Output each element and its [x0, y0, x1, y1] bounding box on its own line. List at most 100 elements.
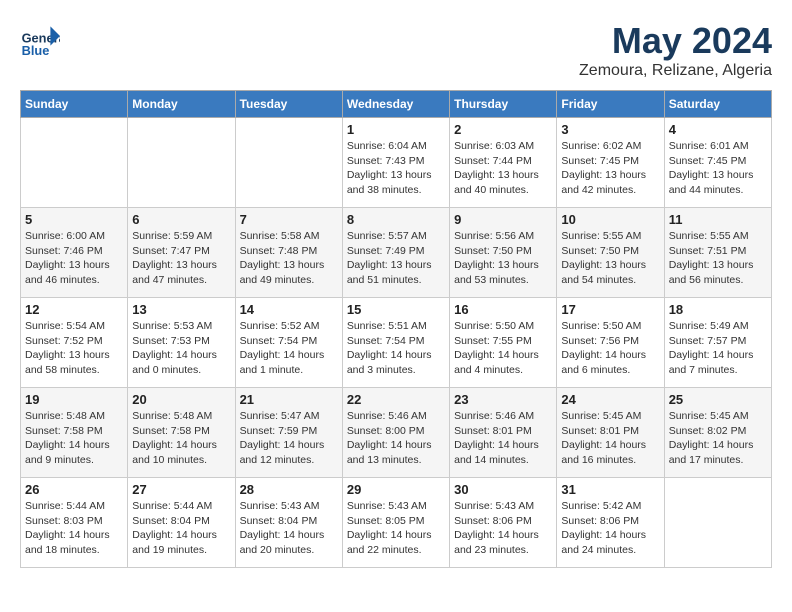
calendar-cell: 27 Sunrise: 5:44 AM Sunset: 8:04 PM Dayli…	[128, 478, 235, 568]
day-number: 6	[132, 212, 230, 227]
day-number: 17	[561, 302, 659, 317]
day-info: Sunrise: 5:51 AM Sunset: 7:54 PM Dayligh…	[347, 319, 445, 378]
calendar-week-2: 5Sunrise: 6:00 AM Sunset: 7:46 PM Daylig…	[21, 208, 772, 298]
day-info: Sunrise: 5:53 AM Sunset: 7:53 PM Dayligh…	[132, 319, 230, 378]
day-header-wednesday: Wednesday	[342, 91, 449, 118]
day-number: 20	[132, 392, 230, 407]
calendar-cell: 5Sunrise: 6:00 AM Sunset: 7:46 PM Daylig…	[21, 208, 128, 298]
calendar-cell: 21Sunrise: 5:47 AM Sunset: 7:59 PM Dayli…	[235, 388, 342, 478]
day-number: 16	[454, 302, 552, 317]
day-info: Sunrise: 5:55 AM Sunset: 7:50 PM Dayligh…	[561, 229, 659, 288]
day-info: Sunrise: 5:58 AM Sunset: 7:48 PM Dayligh…	[240, 229, 338, 288]
day-number: 30	[454, 482, 552, 497]
calendar-table: SundayMondayTuesdayWednesdayThursdayFrid…	[20, 90, 772, 568]
calendar-week-5: 26 Sunrise: 5:44 AM Sunset: 8:03 PM Dayli…	[21, 478, 772, 568]
logo-icon: General Blue	[20, 20, 60, 60]
calendar-cell: 31 Sunrise: 5:42 AM Sunset: 8:06 PM Dayli…	[557, 478, 664, 568]
day-info: Sunrise: 6:01 AM Sunset: 7:45 PM Dayligh…	[669, 139, 767, 198]
day-number: 19	[25, 392, 123, 407]
day-number: 4	[669, 122, 767, 137]
day-info: Sunrise: 6:00 AM Sunset: 7:46 PM Dayligh…	[25, 229, 123, 288]
title-area: May 2024 Zemoura, Relizane, Algeria	[579, 20, 772, 80]
day-number: 15	[347, 302, 445, 317]
calendar-cell	[664, 478, 771, 568]
calendar-cell: 14 Sunrise: 5:52 AM Sunset: 7:54 PM Dayli…	[235, 298, 342, 388]
calendar-cell: 18 Sunrise: 5:49 AM Sunset: 7:57 PM Dayli…	[664, 298, 771, 388]
calendar-cell: 16 Sunrise: 5:50 AM Sunset: 7:55 PM Dayli…	[450, 298, 557, 388]
calendar-cell	[128, 118, 235, 208]
calendar-cell: 1 Sunrise: 6:04 AM Sunset: 7:43 PM Daylig…	[342, 118, 449, 208]
day-header-thursday: Thursday	[450, 91, 557, 118]
day-number: 8	[347, 212, 445, 227]
day-info: Sunrise: 5:57 AM Sunset: 7:49 PM Dayligh…	[347, 229, 445, 288]
calendar-cell: 10 Sunrise: 5:55 AM Sunset: 7:50 PM Dayli…	[557, 208, 664, 298]
day-info: Sunrise: 6:02 AM Sunset: 7:45 PM Dayligh…	[561, 139, 659, 198]
day-header-sunday: Sunday	[21, 91, 128, 118]
day-number: 29	[347, 482, 445, 497]
calendar-cell: 11Sunrise: 5:55 AM Sunset: 7:51 PM Dayli…	[664, 208, 771, 298]
day-number: 13	[132, 302, 230, 317]
calendar-week-1: 1 Sunrise: 6:04 AM Sunset: 7:43 PM Daylig…	[21, 118, 772, 208]
day-info: Sunrise: 5:46 AM Sunset: 8:01 PM Dayligh…	[454, 409, 552, 468]
calendar-cell: 19Sunrise: 5:48 AM Sunset: 7:58 PM Dayli…	[21, 388, 128, 478]
day-number: 10	[561, 212, 659, 227]
calendar-cell: 25 Sunrise: 5:45 AM Sunset: 8:02 PM Dayli…	[664, 388, 771, 478]
day-number: 11	[669, 212, 767, 227]
day-info: Sunrise: 5:49 AM Sunset: 7:57 PM Dayligh…	[669, 319, 767, 378]
day-info: Sunrise: 5:43 AM Sunset: 8:05 PM Dayligh…	[347, 499, 445, 558]
day-info: Sunrise: 5:44 AM Sunset: 8:03 PM Dayligh…	[25, 499, 123, 558]
day-number: 1	[347, 122, 445, 137]
day-info: Sunrise: 5:44 AM Sunset: 8:04 PM Dayligh…	[132, 499, 230, 558]
day-number: 28	[240, 482, 338, 497]
month-title: May 2024	[579, 20, 772, 62]
day-number: 18	[669, 302, 767, 317]
day-info: Sunrise: 6:04 AM Sunset: 7:43 PM Dayligh…	[347, 139, 445, 198]
location: Zemoura, Relizane, Algeria	[579, 62, 772, 80]
day-info: Sunrise: 5:43 AM Sunset: 8:06 PM Dayligh…	[454, 499, 552, 558]
calendar-cell: 2Sunrise: 6:03 AM Sunset: 7:44 PM Daylig…	[450, 118, 557, 208]
day-info: Sunrise: 5:50 AM Sunset: 7:55 PM Dayligh…	[454, 319, 552, 378]
calendar-cell: 26 Sunrise: 5:44 AM Sunset: 8:03 PM Dayli…	[21, 478, 128, 568]
day-info: Sunrise: 5:48 AM Sunset: 7:58 PM Dayligh…	[132, 409, 230, 468]
calendar-week-3: 12 Sunrise: 5:54 AM Sunset: 7:52 PM Dayli…	[21, 298, 772, 388]
day-header-saturday: Saturday	[664, 91, 771, 118]
day-number: 12	[25, 302, 123, 317]
calendar-cell: 3 Sunrise: 6:02 AM Sunset: 7:45 PM Daylig…	[557, 118, 664, 208]
day-info: Sunrise: 5:52 AM Sunset: 7:54 PM Dayligh…	[240, 319, 338, 378]
calendar-cell: 17Sunrise: 5:50 AM Sunset: 7:56 PM Dayli…	[557, 298, 664, 388]
day-info: Sunrise: 5:45 AM Sunset: 8:02 PM Dayligh…	[669, 409, 767, 468]
calendar-cell: 28Sunrise: 5:43 AM Sunset: 8:04 PM Dayli…	[235, 478, 342, 568]
day-info: Sunrise: 5:59 AM Sunset: 7:47 PM Dayligh…	[132, 229, 230, 288]
calendar-cell: 29 Sunrise: 5:43 AM Sunset: 8:05 PM Dayli…	[342, 478, 449, 568]
calendar-cell: 9Sunrise: 5:56 AM Sunset: 7:50 PM Daylig…	[450, 208, 557, 298]
day-number: 14	[240, 302, 338, 317]
day-info: Sunrise: 5:46 AM Sunset: 8:00 PM Dayligh…	[347, 409, 445, 468]
calendar-cell: 6 Sunrise: 5:59 AM Sunset: 7:47 PM Daylig…	[128, 208, 235, 298]
calendar-cell: 7Sunrise: 5:58 AM Sunset: 7:48 PM Daylig…	[235, 208, 342, 298]
day-info: Sunrise: 5:42 AM Sunset: 8:06 PM Dayligh…	[561, 499, 659, 558]
calendar-cell: 13 Sunrise: 5:53 AM Sunset: 7:53 PM Dayli…	[128, 298, 235, 388]
calendar-cell: 22Sunrise: 5:46 AM Sunset: 8:00 PM Dayli…	[342, 388, 449, 478]
day-info: Sunrise: 5:45 AM Sunset: 8:01 PM Dayligh…	[561, 409, 659, 468]
day-number: 31	[561, 482, 659, 497]
day-number: 25	[669, 392, 767, 407]
calendar-cell	[21, 118, 128, 208]
calendar-week-4: 19 Sunrise: 5:48 AM Sunset: 7:58 PM Dayli…	[21, 388, 772, 478]
calendar-cell: 12 Sunrise: 5:54 AM Sunset: 7:52 PM Dayli…	[21, 298, 128, 388]
day-info: Sunrise: 5:54 AM Sunset: 7:52 PM Dayligh…	[25, 319, 123, 378]
day-header-tuesday: Tuesday	[235, 91, 342, 118]
calendar-cell: 8 Sunrise: 5:57 AM Sunset: 7:49 PM Daylig…	[342, 208, 449, 298]
day-number: 26	[25, 482, 123, 497]
calendar-cell: 15 Sunrise: 5:51 AM Sunset: 7:54 PM Dayli…	[342, 298, 449, 388]
calendar-header-row: SundayMondayTuesdayWednesdayThursdayFrid…	[21, 91, 772, 118]
day-number: 9	[454, 212, 552, 227]
day-number: 27	[132, 482, 230, 497]
calendar-cell	[235, 118, 342, 208]
page-header: General Blue May 2024 Zemoura, Relizane,…	[20, 20, 772, 80]
calendar-cell: 4 Sunrise: 6:01 AM Sunset: 7:45 PM Daylig…	[664, 118, 771, 208]
day-number: 3	[561, 122, 659, 137]
calendar-cell: 20 Sunrise: 5:48 AM Sunset: 7:58 PM Dayli…	[128, 388, 235, 478]
calendar-cell: 23 Sunrise: 5:46 AM Sunset: 8:01 PM Dayli…	[450, 388, 557, 478]
logo: General Blue	[20, 20, 64, 60]
day-number: 23	[454, 392, 552, 407]
